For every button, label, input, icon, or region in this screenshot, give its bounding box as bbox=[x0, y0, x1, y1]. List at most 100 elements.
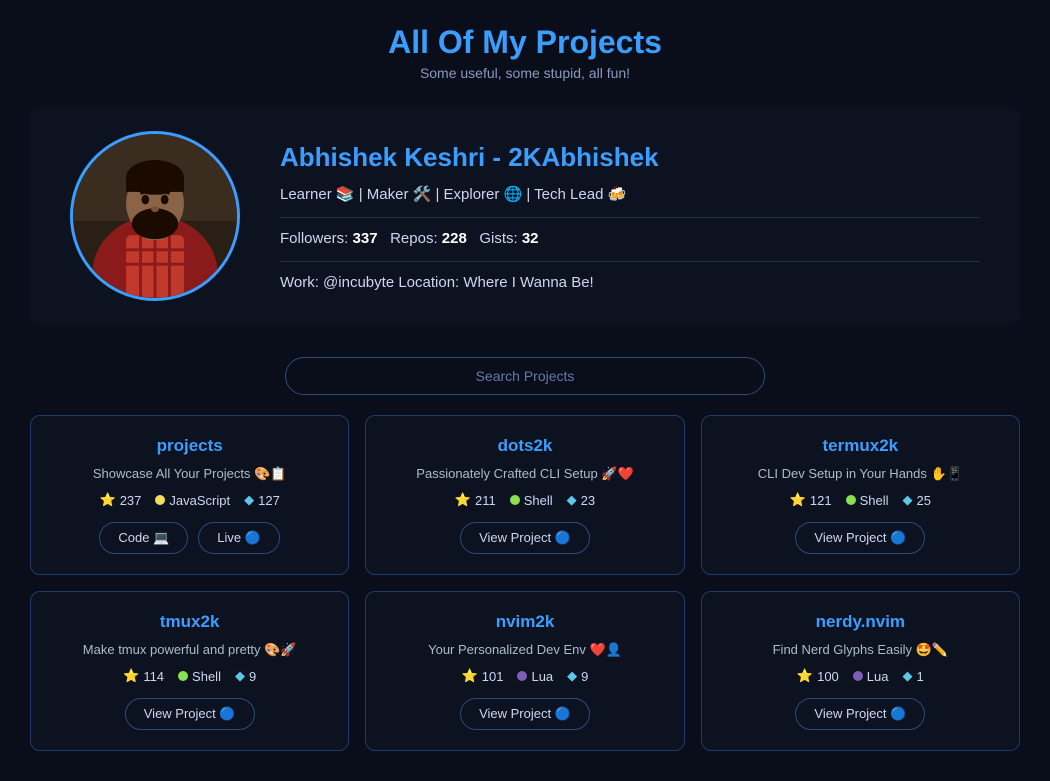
fork-count: 1 bbox=[917, 669, 924, 684]
star-count: 114 bbox=[143, 669, 164, 684]
profile-stats: Followers: 337 Repos: 228 Gists: 32 bbox=[280, 230, 980, 247]
star-count: 100 bbox=[817, 669, 839, 684]
projects-grid: projects Showcase All Your Projects 🎨📋 ⭐… bbox=[0, 415, 1050, 781]
profile-info: Abhishek Keshri - 2KAbhishek Learner 📚 |… bbox=[280, 142, 980, 291]
project-card: nvim2k Your Personalized Dev Env ❤️👤 ⭐ 1… bbox=[365, 591, 684, 751]
lang-dot-icon bbox=[155, 495, 165, 505]
star-icon: ⭐ bbox=[455, 492, 471, 508]
project-buttons: View Project 🔵 bbox=[460, 698, 590, 730]
avatar bbox=[70, 131, 240, 301]
star-stat: ⭐ 114 bbox=[123, 668, 164, 684]
lang-stat: Shell bbox=[510, 492, 553, 508]
project-card: tmux2k Make tmux powerful and pretty 🎨🚀 … bbox=[30, 591, 349, 751]
star-icon: ⭐ bbox=[100, 492, 116, 508]
lang-stat: Shell bbox=[178, 668, 221, 684]
repos-count: 228 bbox=[442, 230, 467, 247]
star-icon: ⭐ bbox=[797, 668, 813, 684]
star-stat: ⭐ 237 bbox=[100, 492, 142, 508]
fork-stat: ◆ 127 bbox=[244, 492, 280, 508]
project-btn[interactable]: View Project 🔵 bbox=[795, 698, 925, 730]
fork-stat: ◆ 25 bbox=[903, 492, 931, 508]
project-stats: ⭐ 100 Lua ◆ 1 bbox=[797, 668, 924, 684]
lang-dot-icon bbox=[510, 495, 520, 505]
project-buttons: Code 💻 Live 🔵 bbox=[99, 522, 280, 554]
project-buttons: View Project 🔵 bbox=[795, 522, 925, 554]
project-name[interactable]: tmux2k bbox=[160, 612, 220, 632]
fork-stat: ◆ 1 bbox=[903, 668, 924, 684]
star-stat: ⭐ 101 bbox=[462, 668, 504, 684]
star-count: 121 bbox=[810, 493, 832, 508]
fork-count: 25 bbox=[917, 493, 931, 508]
lang-dot-icon bbox=[853, 671, 863, 681]
star-stat: ⭐ 121 bbox=[790, 492, 832, 508]
project-name[interactable]: projects bbox=[157, 436, 223, 456]
avatar-image bbox=[73, 131, 237, 301]
star-count: 211 bbox=[475, 493, 496, 508]
page-title: All Of My Projects bbox=[0, 24, 1050, 61]
project-desc: Showcase All Your Projects 🎨📋 bbox=[93, 466, 287, 482]
project-btn[interactable]: Code 💻 bbox=[99, 522, 188, 554]
project-name[interactable]: nerdy.nvim bbox=[816, 612, 905, 632]
project-stats: ⭐ 121 Shell ◆ 25 bbox=[790, 492, 931, 508]
project-buttons: View Project 🔵 bbox=[460, 522, 590, 554]
lang-dot-icon bbox=[846, 495, 856, 505]
lang-label: JavaScript bbox=[169, 493, 230, 508]
star-icon: ⭐ bbox=[462, 668, 478, 684]
lang-stat: Lua bbox=[517, 668, 553, 684]
followers-count: 337 bbox=[353, 230, 378, 247]
project-buttons: View Project 🔵 bbox=[125, 698, 255, 730]
lang-label: Shell bbox=[860, 493, 889, 508]
lang-label: Lua bbox=[531, 669, 553, 684]
repos-label: Repos: bbox=[390, 230, 438, 247]
project-stats: ⭐ 237 JavaScript ◆ 127 bbox=[100, 492, 280, 508]
lang-label: Lua bbox=[867, 669, 889, 684]
diamond-icon: ◆ bbox=[903, 668, 913, 684]
star-stat: ⭐ 211 bbox=[455, 492, 496, 508]
project-card: nerdy.nvim Find Nerd Glyphs Easily 🤩✏️ ⭐… bbox=[701, 591, 1020, 751]
star-icon: ⭐ bbox=[123, 668, 139, 684]
search-input[interactable] bbox=[285, 357, 765, 395]
lang-stat: Shell bbox=[846, 492, 889, 508]
profile-work: Work: @incubyte Location: Where I Wanna … bbox=[280, 274, 980, 291]
project-card: projects Showcase All Your Projects 🎨📋 ⭐… bbox=[30, 415, 349, 575]
avatar-container bbox=[70, 131, 240, 301]
project-name[interactable]: termux2k bbox=[823, 436, 899, 456]
gists-label: Gists: bbox=[479, 230, 517, 247]
project-card: dots2k Passionately Crafted CLI Setup 🚀❤… bbox=[365, 415, 684, 575]
fork-stat: ◆ 23 bbox=[567, 492, 595, 508]
star-stat: ⭐ 100 bbox=[797, 668, 839, 684]
project-stats: ⭐ 211 Shell ◆ 23 bbox=[455, 492, 595, 508]
project-btn[interactable]: View Project 🔵 bbox=[795, 522, 925, 554]
divider-2 bbox=[280, 261, 980, 262]
project-stats: ⭐ 114 Shell ◆ 9 bbox=[123, 668, 256, 684]
fork-count: 9 bbox=[249, 669, 256, 684]
project-btn[interactable]: View Project 🔵 bbox=[125, 698, 255, 730]
star-count: 101 bbox=[482, 669, 504, 684]
fork-stat: ◆ 9 bbox=[235, 668, 256, 684]
project-desc: Passionately Crafted CLI Setup 🚀❤️ bbox=[416, 466, 633, 482]
lang-stat: Lua bbox=[853, 668, 889, 684]
diamond-icon: ◆ bbox=[567, 668, 577, 684]
diamond-icon: ◆ bbox=[567, 492, 577, 508]
project-desc: Make tmux powerful and pretty 🎨🚀 bbox=[83, 642, 297, 658]
project-name[interactable]: dots2k bbox=[498, 436, 553, 456]
diamond-icon: ◆ bbox=[903, 492, 913, 508]
gists-count: 32 bbox=[522, 230, 539, 247]
project-btn[interactable]: Live 🔵 bbox=[198, 522, 280, 554]
fork-count: 23 bbox=[581, 493, 595, 508]
followers-label: Followers: bbox=[280, 230, 348, 247]
lang-dot-icon bbox=[178, 671, 188, 681]
project-name[interactable]: nvim2k bbox=[496, 612, 555, 632]
profile-tagline: Learner 📚 | Maker 🛠️ | Explorer 🌐 | Tech… bbox=[280, 185, 980, 203]
lang-dot-icon bbox=[517, 671, 527, 681]
project-desc: Find Nerd Glyphs Easily 🤩✏️ bbox=[773, 642, 948, 658]
page-header: All Of My Projects Some useful, some stu… bbox=[0, 0, 1050, 91]
project-stats: ⭐ 101 Lua ◆ 9 bbox=[462, 668, 589, 684]
search-section bbox=[0, 341, 1050, 415]
lang-label: Shell bbox=[524, 493, 553, 508]
project-btn[interactable]: View Project 🔵 bbox=[460, 522, 590, 554]
star-icon: ⭐ bbox=[790, 492, 806, 508]
project-btn[interactable]: View Project 🔵 bbox=[460, 698, 590, 730]
project-card: termux2k CLI Dev Setup in Your Hands ✋📱 … bbox=[701, 415, 1020, 575]
fork-count: 9 bbox=[581, 669, 588, 684]
